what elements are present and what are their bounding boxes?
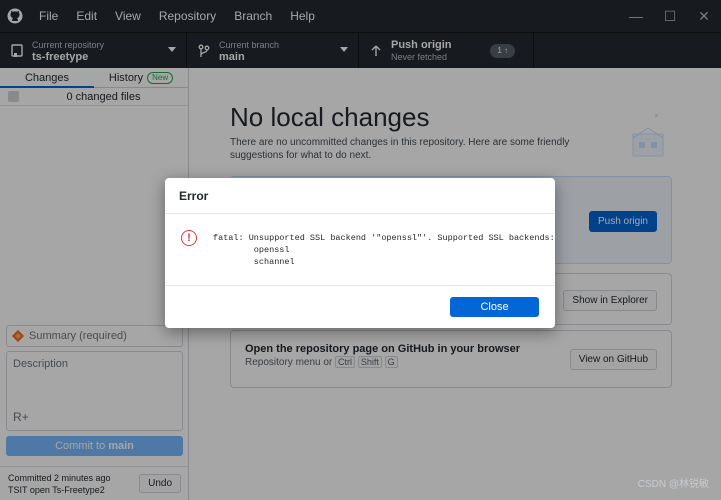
- dialog-body: ! fatal: Unsupported SSL backend '"opens…: [165, 214, 555, 286]
- watermark: CSDN @林锐敏: [637, 479, 709, 490]
- error-message: fatal: Unsupported SSL backend '"openssl…: [213, 233, 555, 267]
- error-dialog: Error ! fatal: Unsupported SSL backend '…: [165, 178, 555, 328]
- error-icon: !: [181, 230, 197, 246]
- dialog-title: Error: [165, 178, 555, 214]
- dialog-footer: Close: [165, 286, 555, 328]
- close-button[interactable]: Close: [450, 297, 539, 317]
